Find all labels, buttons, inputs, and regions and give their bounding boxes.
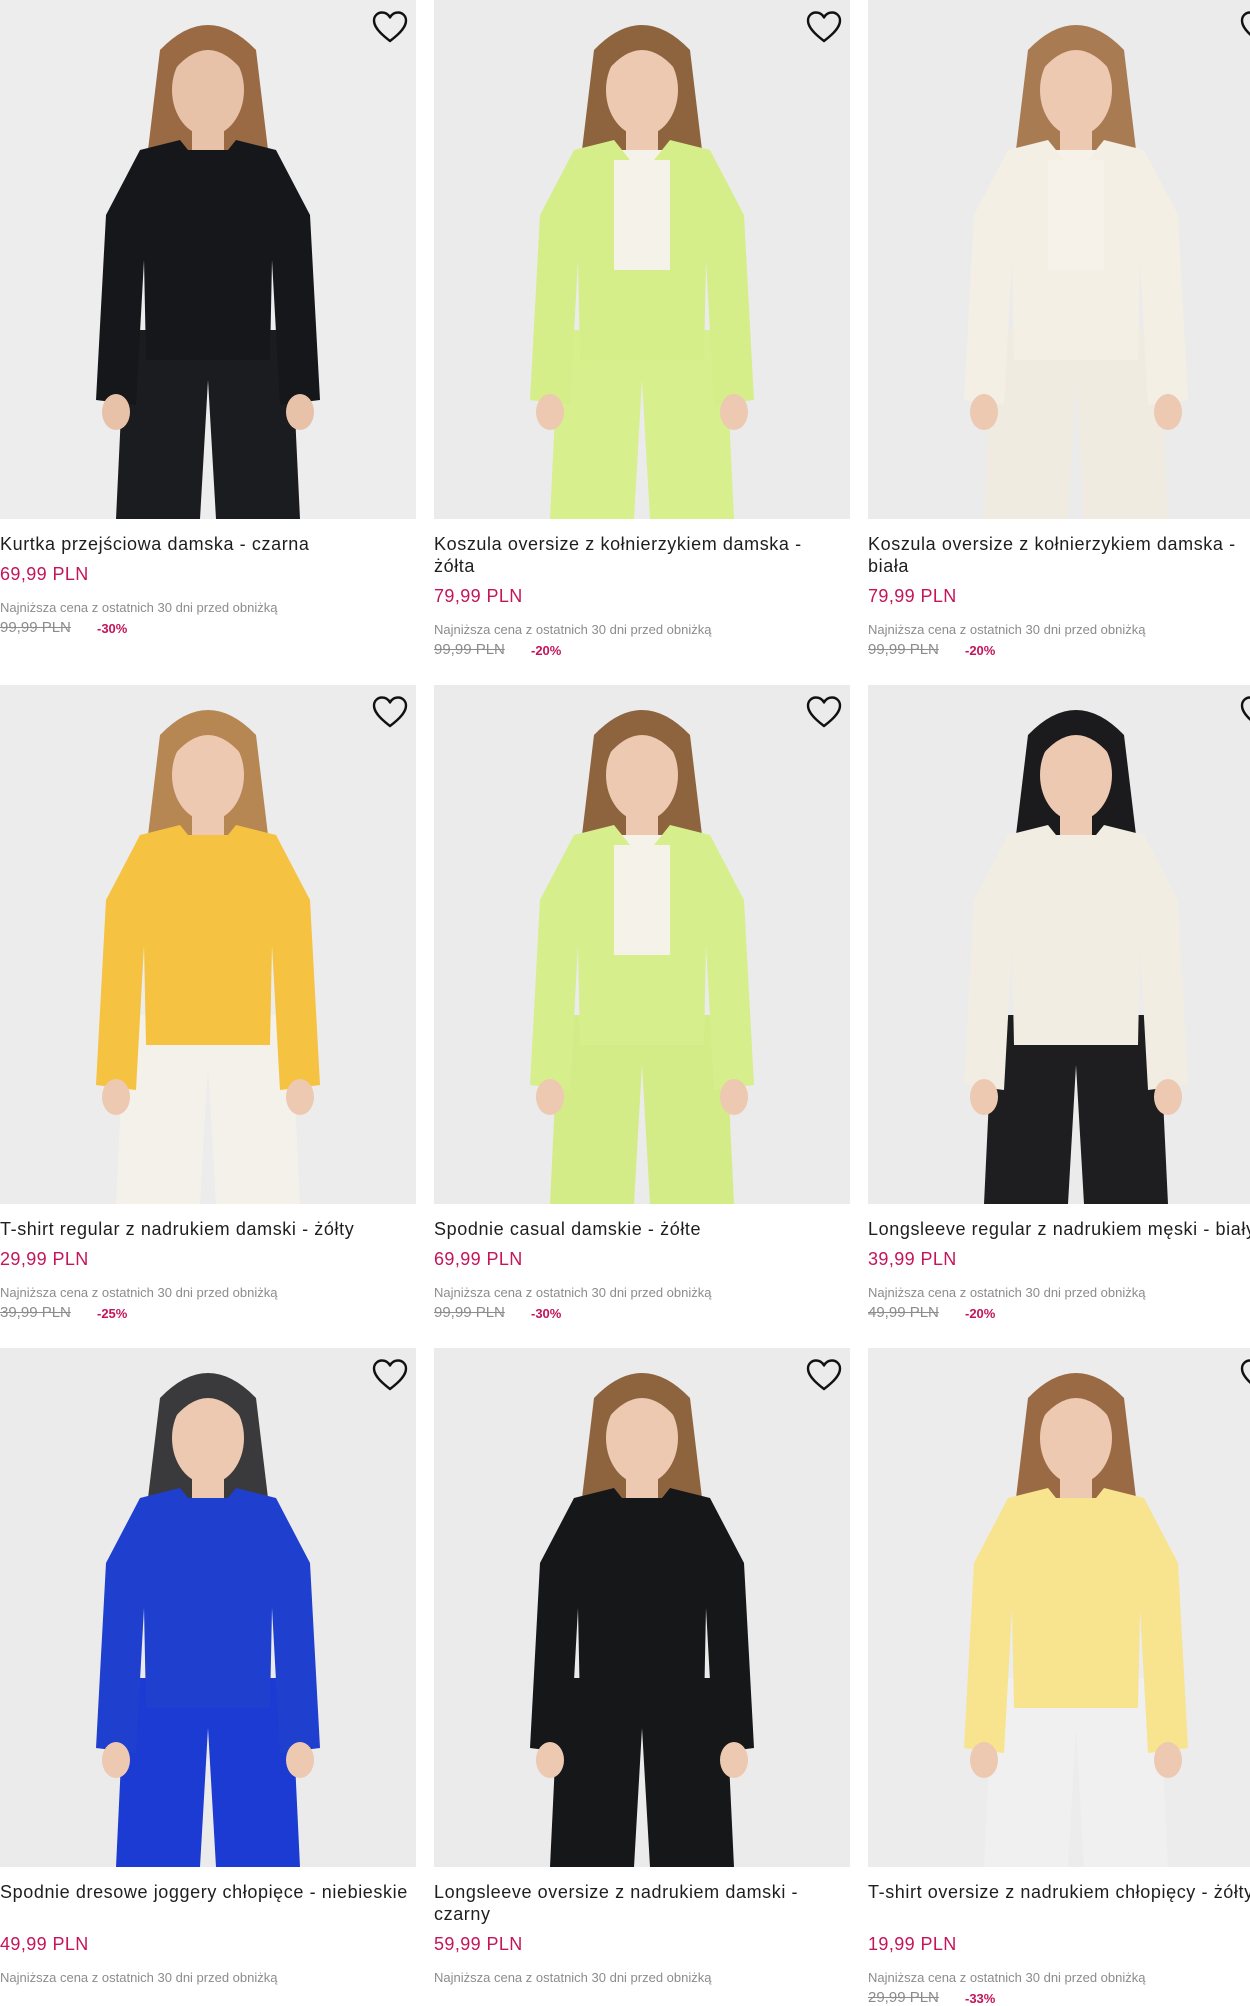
product-title[interactable]: Koszula oversize z kołnierzykiem damska …	[868, 533, 1250, 577]
lowest-price-note: Najniższa cena z ostatnich 30 dni przed …	[868, 622, 1146, 637]
discount-badge: -30%	[531, 1306, 562, 1321]
product-card[interactable]: Spodnie casual damskie - żółte 69,99 PLN N…	[434, 685, 850, 1335]
product-photo-figure	[434, 0, 850, 519]
product-price: 19,99 PLN	[868, 1934, 957, 1954]
discount-badge: -25%	[97, 1306, 128, 1321]
wishlist-heart-icon[interactable]	[372, 1358, 408, 1392]
lowest-price-note: Najniższa cena z ostatnich 30 dni przed …	[434, 1970, 712, 1985]
product-photo-figure	[434, 685, 850, 1204]
product-image[interactable]	[434, 0, 850, 519]
product-photo-figure	[868, 0, 1250, 519]
discount-badge: -30%	[97, 621, 128, 636]
wishlist-heart-icon[interactable]	[372, 695, 408, 729]
product-title[interactable]: Kurtka przejściowa damska - czarna	[0, 533, 410, 555]
product-title[interactable]: T-shirt regular z nadrukiem damski - żół…	[0, 1218, 410, 1240]
product-title[interactable]: Longsleeve regular z nadrukiem męski - b…	[868, 1218, 1250, 1240]
product-price: 59,99 PLN	[434, 1934, 523, 1954]
lowest-price-note: Najniższa cena z ostatnich 30 dni przed …	[0, 600, 278, 615]
product-photo-figure	[0, 1348, 416, 1867]
product-photo-figure	[0, 685, 416, 1204]
product-image[interactable]	[434, 685, 850, 1204]
product-card[interactable]: Spodnie dresowe joggery chłopięce - nieb…	[0, 1348, 416, 1998]
old-price: 99,99 PLN	[434, 641, 505, 658]
product-card[interactable]: T-shirt oversize z nadrukiem chłopięcy -…	[868, 1348, 1250, 2006]
product-photo-figure	[434, 1348, 850, 1867]
product-card[interactable]: Kurtka przejściowa damska - czarna 69,99 …	[0, 0, 416, 650]
product-card[interactable]: Longsleeve regular z nadrukiem męski - b…	[868, 685, 1250, 1335]
product-image[interactable]	[868, 685, 1250, 1204]
lowest-price-note: Najniższa cena z ostatnich 30 dni przed …	[0, 1285, 278, 1300]
lowest-price-note: Najniższa cena z ostatnich 30 dni przed …	[434, 622, 712, 637]
product-price: 29,99 PLN	[0, 1249, 89, 1269]
product-title[interactable]: T-shirt oversize z nadrukiem chłopięcy -…	[868, 1881, 1250, 1903]
product-price: 79,99 PLN	[868, 586, 957, 606]
lowest-price-note: Najniższa cena z ostatnich 30 dni przed …	[434, 1285, 712, 1300]
product-image[interactable]	[0, 685, 416, 1204]
product-title[interactable]: Koszula oversize z kołnierzykiem damska …	[434, 533, 844, 577]
lowest-price-note: Najniższa cena z ostatnich 30 dni przed …	[0, 1970, 278, 1985]
product-price: 39,99 PLN	[868, 1249, 957, 1269]
product-grid: Kurtka przejściowa damska - czarna 69,99 …	[0, 0, 1250, 2006]
product-image[interactable]	[868, 1348, 1250, 1867]
product-price: 69,99 PLN	[0, 564, 89, 584]
discount-badge: -20%	[531, 643, 562, 658]
product-card[interactable]: Koszula oversize z kołnierzykiem damska …	[434, 0, 850, 658]
old-price: 39,99 PLN	[0, 1304, 71, 1321]
product-title[interactable]: Longsleeve oversize z nadrukiem damski -…	[434, 1881, 844, 1925]
wishlist-heart-icon[interactable]	[806, 10, 842, 44]
discount-badge: -33%	[965, 1991, 996, 2006]
product-card[interactable]: Koszula oversize z kołnierzykiem damska …	[868, 0, 1250, 658]
old-price: 49,99 PLN	[868, 1304, 939, 1321]
product-card[interactable]: Longsleeve oversize z nadrukiem damski -…	[434, 1348, 850, 1998]
product-image[interactable]	[868, 0, 1250, 519]
product-image[interactable]	[0, 1348, 416, 1867]
wishlist-heart-icon[interactable]	[372, 10, 408, 44]
lowest-price-note: Najniższa cena z ostatnich 30 dni przed …	[868, 1285, 1146, 1300]
lowest-price-note: Najniższa cena z ostatnich 30 dni przed …	[868, 1970, 1146, 1985]
wishlist-heart-icon[interactable]	[1240, 10, 1250, 44]
old-price: 99,99 PLN	[434, 1304, 505, 1321]
product-title[interactable]: Spodnie dresowe joggery chłopięce - nieb…	[0, 1881, 410, 1903]
old-price: 99,99 PLN	[868, 641, 939, 658]
product-photo-figure	[868, 685, 1250, 1204]
old-price: 99,99 PLN	[0, 619, 71, 636]
product-title[interactable]: Spodnie casual damskie - żółte	[434, 1218, 844, 1240]
product-price: 79,99 PLN	[434, 586, 523, 606]
product-image[interactable]	[0, 0, 416, 519]
product-photo-figure	[868, 1348, 1250, 1867]
product-card[interactable]: T-shirt regular z nadrukiem damski - żół…	[0, 685, 416, 1335]
wishlist-heart-icon[interactable]	[806, 695, 842, 729]
product-image[interactable]	[434, 1348, 850, 1867]
product-price: 49,99 PLN	[0, 1934, 89, 1954]
discount-badge: -20%	[965, 1306, 996, 1321]
product-photo-figure	[0, 0, 416, 519]
discount-badge: -20%	[965, 643, 996, 658]
wishlist-heart-icon[interactable]	[1240, 695, 1250, 729]
wishlist-heart-icon[interactable]	[806, 1358, 842, 1392]
product-price: 69,99 PLN	[434, 1249, 523, 1269]
wishlist-heart-icon[interactable]	[1240, 1358, 1250, 1392]
